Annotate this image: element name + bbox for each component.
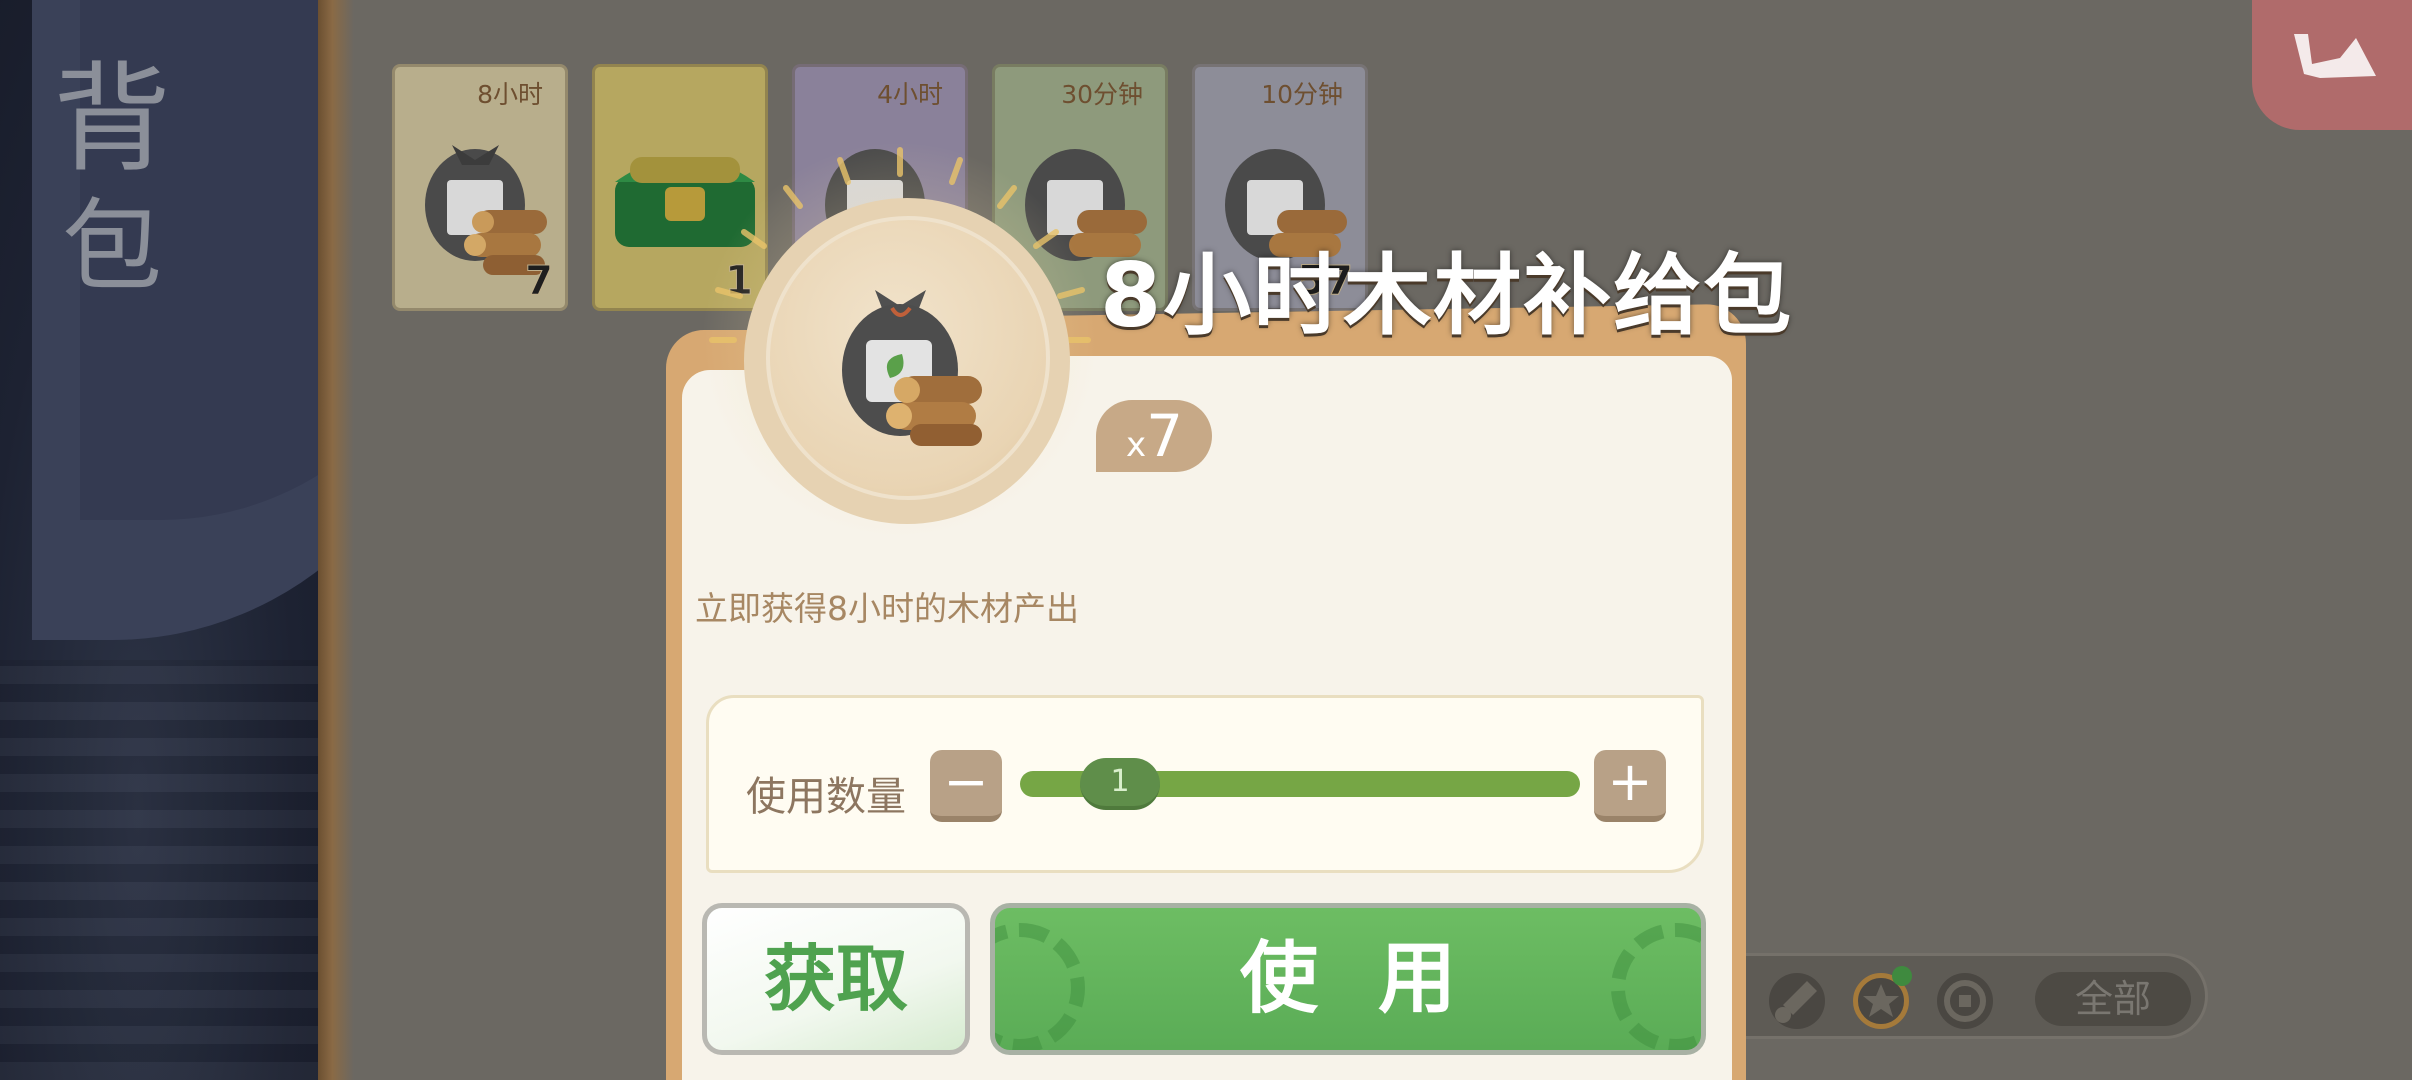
star-filter-icon[interactable] [1853,966,1912,1029]
item-icon-frame [766,216,1050,500]
owned-quantity-badge: x7 [1096,400,1212,472]
owned-quantity-prefix: x [1126,425,1147,465]
use-button-deco-right [1611,923,1701,1050]
exit-button[interactable] [2252,0,2412,130]
filter-bar: 全部 [1700,953,2208,1039]
item-description: 立即获得8小时的木材产出 [695,589,1079,628]
coin-filter-icon[interactable] [1937,973,1993,1029]
use-quantity-label: 使用数量 [746,774,906,820]
slot-count: 7 [525,258,554,305]
wood-supply-bag-icon [842,290,982,446]
slot-duration-label: 8小时 [477,80,543,109]
inventory-slot[interactable]: 8小时 7 [392,64,568,311]
filter-all-button[interactable]: 全部 [2035,972,2191,1026]
backpack-title-line1: 背 [52,50,171,188]
new-dot-badge [1892,966,1912,986]
backpack-sidebar: 背 包 [0,0,345,1080]
use-button[interactable]: 使用 [990,903,1706,1055]
brush-filter-icon[interactable] [1769,973,1825,1029]
quantity-slider-thumb[interactable]: 1 [1080,758,1160,810]
wood-bag-icon [425,145,547,275]
slot-duration-label: 30分钟 [1061,80,1143,109]
increase-quantity-button[interactable]: + [1594,750,1666,822]
exit-icon [2294,34,2376,78]
backpack-title-line2: 包 [62,188,162,305]
slot-duration-label: 10分钟 [1261,80,1343,109]
get-button[interactable]: 获取 [702,903,970,1055]
use-button-deco-left [995,923,1085,1050]
item-title: 8小时木材补给包 [1100,244,1794,347]
sidebar-edge [318,0,354,1080]
backpack-title: 背 包 [52,55,172,311]
slot-duration-label: 4小时 [877,80,943,109]
use-button-label: 使用 [1239,934,1516,1024]
sidebar-art [0,660,320,1080]
decrease-quantity-button[interactable]: − [930,750,1002,822]
owned-quantity-value: 7 [1146,402,1184,470]
